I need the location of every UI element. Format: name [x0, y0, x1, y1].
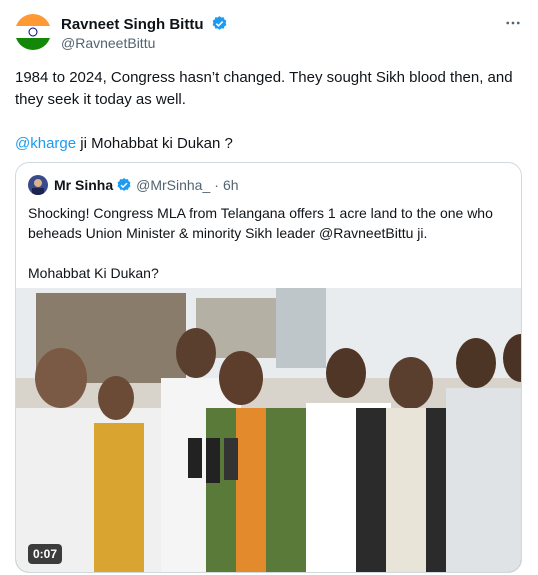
quoted-avatar-image — [28, 175, 48, 195]
author-name-text[interactable]: Ravneet Singh Bittu — [61, 16, 204, 33]
quoted-time[interactable]: 6h — [223, 177, 239, 193]
author-name[interactable]: Ravneet Singh Bittu — [61, 15, 228, 33]
quoted-text-line2: Mohabbat Ki Dukan? — [28, 265, 159, 281]
quoted-text-line1: Shocking! Congress MLA from Telangana of… — [28, 205, 493, 241]
video-thumbnail — [16, 288, 521, 572]
author-avatar[interactable] — [15, 14, 51, 50]
quoted-avatar[interactable] — [28, 175, 48, 195]
quoted-verified-badge-icon — [117, 178, 131, 191]
author-handle[interactable]: @RavneetBittu — [61, 35, 155, 51]
video-duration: 0:07 — [28, 544, 63, 564]
quoted-header: Mr Sinha @MrSinha_ · 6h — [28, 175, 239, 195]
more-options-icon[interactable] — [504, 14, 522, 37]
tweet-text-line1: 1984 to 2024, Congress hasn’t changed. T… — [15, 69, 513, 108]
quoted-separator: · — [214, 177, 219, 193]
quoted-handle[interactable]: @MrSinha_ — [136, 177, 210, 193]
tweet-text-line2-rest: ji Mohabbat ki Dukan ? — [76, 135, 233, 152]
flag-avatar-image — [15, 14, 51, 50]
video-player[interactable]: 0:07 — [16, 288, 521, 572]
quoted-tweet[interactable]: Mr Sinha @MrSinha_ · 6h Shocking! Congre… — [15, 162, 522, 573]
tweet-text: 1984 to 2024, Congress hasn’t changed. T… — [15, 67, 525, 155]
tweet-text-line2: @kharge ji Mohabbat ki Dukan ? — [15, 133, 525, 155]
verified-badge-icon — [212, 16, 227, 30]
more-horizontal-icon — [506, 21, 520, 25]
mention-link[interactable]: @kharge — [15, 135, 76, 152]
quoted-author-name[interactable]: Mr Sinha — [54, 177, 113, 193]
quoted-text: Shocking! Congress MLA from Telangana of… — [28, 203, 518, 283]
